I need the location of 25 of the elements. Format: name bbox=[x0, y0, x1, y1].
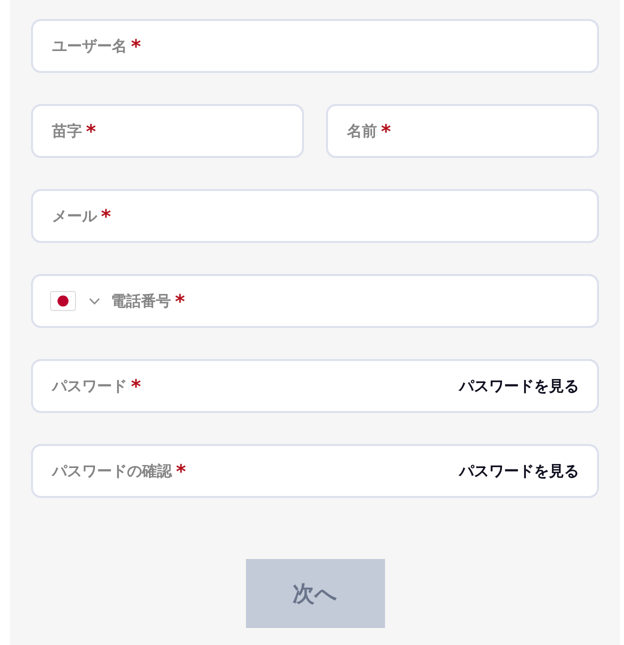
password-field[interactable]: パスワード * パスワードを見る bbox=[31, 359, 599, 413]
required-mark: * bbox=[101, 208, 111, 226]
field-label: パスワードの確認 bbox=[52, 462, 172, 480]
phone-field[interactable]: 電話番号 * bbox=[31, 274, 599, 328]
field-label: 苗字 bbox=[52, 122, 82, 140]
required-mark: * bbox=[86, 122, 96, 142]
text-field[interactable]: 苗字 * bbox=[31, 104, 304, 158]
text-field[interactable]: ユーザー名 * bbox=[31, 19, 599, 73]
required-mark: * bbox=[131, 38, 141, 56]
password-field[interactable]: パスワードの確認 * パスワードを見る bbox=[31, 444, 599, 498]
text-field[interactable]: 名前 * bbox=[326, 104, 599, 158]
show-password-button[interactable]: パスワードを見る bbox=[459, 462, 579, 480]
required-mark: * bbox=[176, 462, 186, 482]
flag-icon[interactable] bbox=[50, 291, 76, 311]
field-label: パスワード bbox=[52, 376, 127, 396]
email-field[interactable]: メール * bbox=[31, 189, 599, 243]
chevron-down-icon[interactable] bbox=[89, 298, 100, 304]
required-mark: * bbox=[175, 292, 185, 312]
field-label: ユーザー名 bbox=[52, 36, 127, 56]
required-mark: * bbox=[131, 378, 141, 396]
field-label: メール bbox=[52, 206, 97, 226]
required-mark: * bbox=[381, 122, 391, 142]
field-label: 名前 bbox=[347, 122, 377, 140]
field-label: 電話番号 bbox=[111, 292, 171, 310]
show-password-button[interactable]: パスワードを見る bbox=[459, 376, 579, 396]
